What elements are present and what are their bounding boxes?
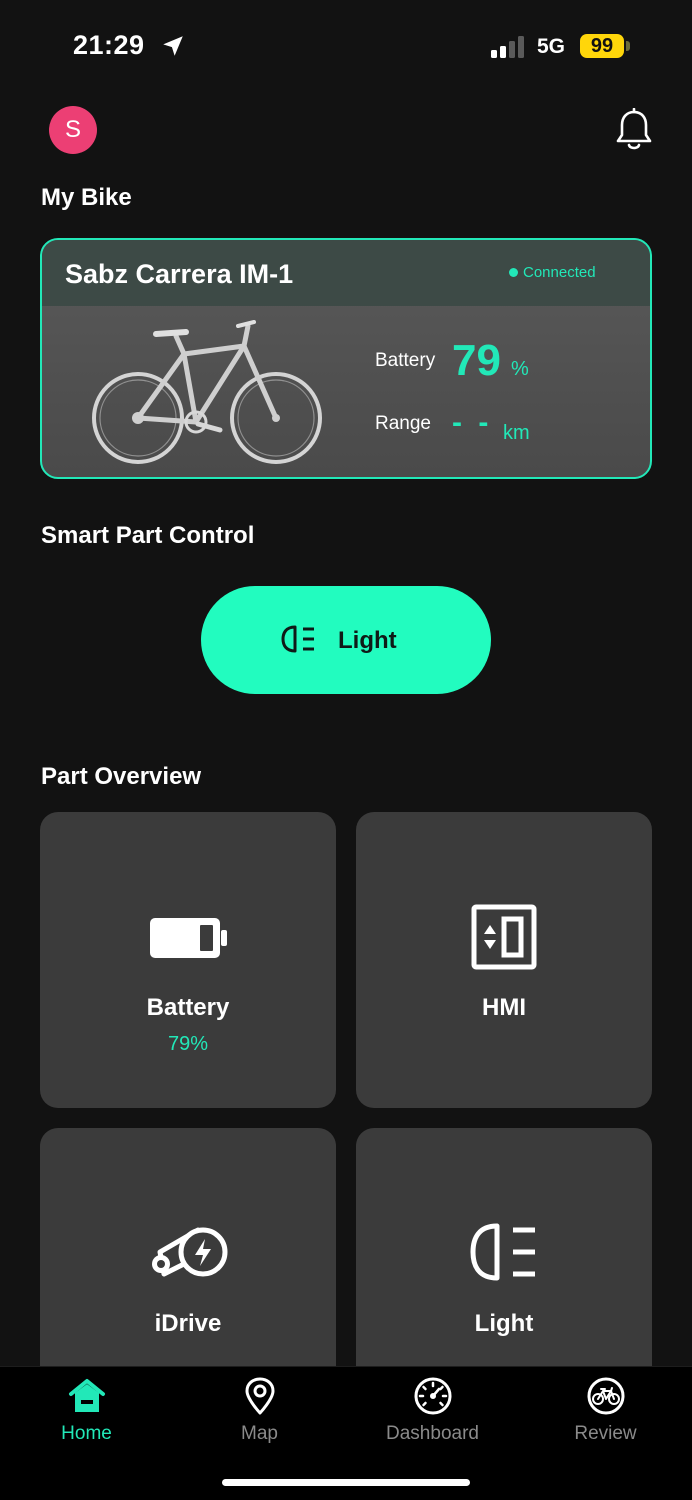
location-arrow-icon [163, 36, 183, 56]
bike-range-label: Range [375, 413, 431, 434]
bike-name: Sabz Carrera IM-1 [65, 259, 294, 289]
battery-icon [150, 918, 227, 958]
user-avatar[interactable]: S [49, 106, 97, 154]
bell-icon[interactable] [614, 108, 654, 152]
smart-part-control-title: Smart Part Control [41, 522, 255, 549]
connection-status: Connected [523, 264, 596, 281]
tile-label: Battery [146, 994, 230, 1021]
battery-status-badge: 99 [580, 34, 624, 58]
tab-label: Dashboard [386, 1423, 479, 1444]
idrive-motor-icon [152, 1227, 228, 1277]
part-overview-title: Part Overview [41, 763, 202, 790]
tile-label: iDrive [154, 1310, 222, 1337]
battery-tip [626, 41, 630, 51]
bike-card-header: Sabz Carrera IM-1 Connected [42, 240, 650, 306]
connection-dot [509, 268, 518, 277]
tab-review[interactable]: Review [519, 1367, 692, 1457]
status-time: 21:29 [73, 30, 145, 60]
bike-range-value: - - [452, 406, 493, 439]
light-toggle-button[interactable]: Light [201, 586, 491, 694]
bike-image [92, 320, 322, 464]
network-type: 5G [537, 35, 566, 58]
light-button-label: Light [338, 627, 397, 654]
my-bike-title: My Bike [41, 184, 132, 211]
cellular-signal-icon [491, 36, 524, 58]
tab-dashboard[interactable]: Dashboard [346, 1367, 519, 1457]
bike-battery-value: 79 [452, 336, 501, 385]
tab-label: Home [61, 1423, 112, 1444]
tile-sub-value: 79% [167, 1033, 209, 1055]
home-icon [68, 1379, 105, 1412]
headlight-icon [281, 625, 314, 653]
bike-review-icon [587, 1377, 624, 1415]
status-bar: 21:29 5G 99 [0, 0, 692, 90]
tab-label: Map [241, 1423, 278, 1444]
speedometer-icon [414, 1377, 451, 1415]
tile-label: HMI [482, 994, 526, 1021]
headlight-icon [470, 1223, 535, 1281]
map-pin-icon [245, 1377, 274, 1415]
tab-map[interactable]: Map [173, 1367, 346, 1457]
tab-home[interactable]: Home [0, 1367, 173, 1457]
hmi-display-icon [471, 904, 537, 970]
home-indicator[interactable] [222, 1479, 470, 1486]
part-tile-hmi[interactable]: HMI [356, 812, 652, 1108]
bike-range-unit: km [503, 422, 530, 444]
bike-card[interactable]: Sabz Carrera IM-1 Connected Battery 79 %… [40, 238, 652, 479]
bike-battery-unit: % [511, 358, 529, 380]
tile-label: Light [474, 1310, 534, 1337]
bike-battery-label: Battery [375, 350, 436, 371]
part-tile-battery[interactable]: Battery 79% [40, 812, 336, 1108]
tab-label: Review [574, 1423, 637, 1444]
